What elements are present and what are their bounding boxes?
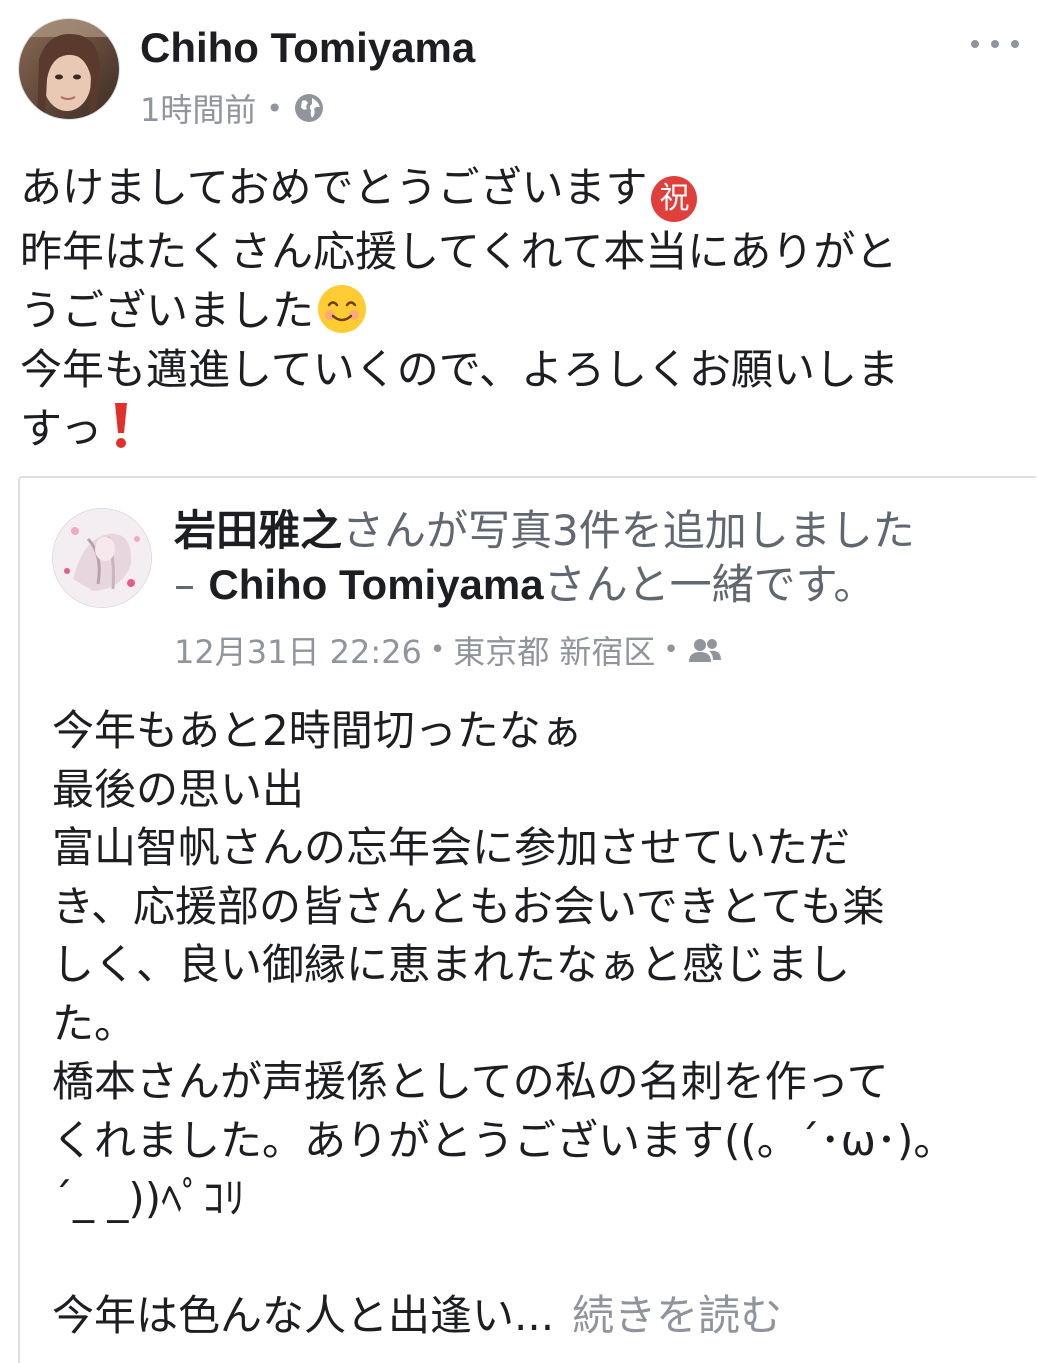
- shared-with-prefix: –: [174, 560, 209, 609]
- more-options-icon[interactable]: [971, 30, 1019, 58]
- shared-text-line: [52, 1229, 1012, 1288]
- feed-post: Chiho Tomiyama 1時間前 • あけましておめでとうございます祝 昨…: [0, 0, 1037, 1363]
- shared-headline: 岩田雅之さんが写真3件を追加しました – Chiho Tomiyamaさんと一緒…: [174, 504, 1014, 612]
- shared-text-line: 橋本さんが声援係としての私の名刺を作って: [52, 1057, 889, 1106]
- post-text-line: うございました: [20, 281, 1020, 340]
- tagged-user-name[interactable]: Chiho Tomiyama: [208, 561, 543, 608]
- shared-text-line: 今年もあと2時間切ったなぁ: [52, 706, 583, 755]
- post-text-line: あけましておめでとうございます祝: [20, 158, 1020, 222]
- post-meta: 1時間前 •: [140, 86, 325, 130]
- shared-location[interactable]: 東京都 新宿区: [453, 627, 655, 673]
- shared-post-card[interactable]: 岩田雅之さんが写真3件を追加しました – Chiho Tomiyamaさんと一緒…: [18, 476, 1036, 1363]
- smiling-face-icon: [318, 285, 367, 333]
- meta-separator: •: [266, 91, 283, 125]
- celebration-badge-icon: 祝: [651, 176, 698, 222]
- globe-icon[interactable]: [293, 92, 325, 124]
- shared-text-line: しく、良い御縁に恵まれたなぁと感じまし: [52, 940, 851, 989]
- shared-text-line: 富山智帆さんの忘年会に参加させていただ: [52, 823, 851, 872]
- shared-action: さんが写真3件を追加しました: [342, 506, 915, 555]
- exclamation-mark-icon: [115, 403, 128, 448]
- shared-text-line: き、応援部の皆さんともお会いできとても楽: [52, 881, 885, 931]
- shared-timestamp[interactable]: 12月31日 22:26: [174, 627, 422, 673]
- shared-meta: 12月31日 22:26 • 東京都 新宿区 •: [174, 628, 723, 672]
- shared-text-line: た。: [52, 998, 137, 1048]
- post-text-line: 今年も邁進していくので、よろしくお願いしま: [20, 345, 900, 394]
- author-avatar[interactable]: [18, 18, 120, 120]
- friends-icon[interactable]: [687, 636, 723, 664]
- meta-separator: •: [429, 635, 446, 665]
- post-timestamp[interactable]: 1時間前: [140, 85, 256, 131]
- meta-separator: •: [663, 635, 679, 665]
- post-text-line: すっ: [20, 399, 1020, 458]
- see-more-link[interactable]: 続きを読む: [572, 1291, 782, 1340]
- shared-text-line: 今年は色んな人と出逢い... 続きを読む: [52, 1291, 783, 1340]
- shared-actor-name[interactable]: 岩田雅之: [174, 506, 342, 555]
- shared-text-line: ´_ _))ﾍﾟｺﾘ: [52, 1174, 246, 1223]
- shared-with-suffix: さんと一緒です。: [543, 560, 876, 609]
- shared-author-avatar[interactable]: [52, 508, 152, 608]
- post-text: あけましておめでとうございます祝 昨年はたくさん応援してくれて本当にありがと う…: [20, 158, 1020, 458]
- shared-post-text: 今年もあと2時間切ったなぁ 最後の思い出 富山智帆さんの忘年会に参加させていただ…: [52, 702, 1012, 1346]
- post-text-line: 昨年はたくさん応援してくれて本当にありがと: [20, 227, 898, 276]
- shared-text-line: くれました。ありがとうございます((。´･ω･)。: [52, 1115, 956, 1165]
- shared-text-line: 最後の思い出: [52, 764, 305, 814]
- author-name[interactable]: Chiho Tomiyama: [140, 24, 475, 72]
